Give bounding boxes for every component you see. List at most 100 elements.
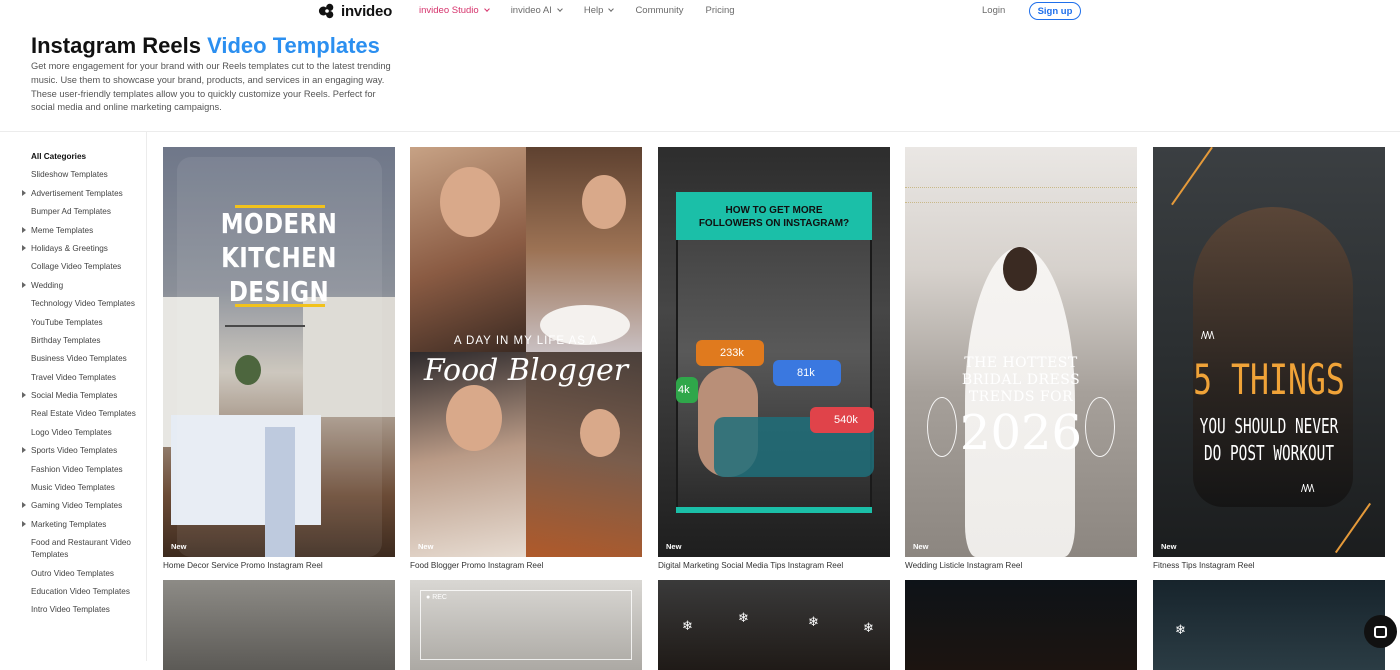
sidebar-category-item[interactable]: Education Video Templates [22, 586, 142, 598]
template-thumbnail[interactable]: HOW TO GET MORE FOLLOWERS ON INSTAGRAM? … [658, 147, 890, 557]
sidebar-category-label: Advertisement Templates [31, 188, 123, 198]
comment-bubble: 233k [696, 340, 764, 366]
nav-help[interactable]: Help [584, 5, 615, 16]
person-face [580, 409, 620, 457]
sidebar-category-item[interactable]: Birthday Templates [22, 335, 142, 347]
sidebar-category-item[interactable]: Business Video Templates [22, 353, 142, 365]
template-card[interactable]: MODERN KITCHEN DESIGN New Home Decor Ser… [163, 147, 395, 570]
template-thumbnail[interactable]: ● REC [410, 580, 642, 670]
brand-name: invideo [341, 2, 393, 20]
template-thumbnail[interactable]: MODERN KITCHEN DESIGN New [163, 147, 395, 557]
template-thumbnail[interactable] [163, 580, 395, 670]
sidebar-category-item[interactable]: All Categories [22, 151, 142, 163]
snowflake-icon: ❄ [682, 618, 693, 633]
template-caption[interactable]: Digital Marketing Social Media Tips Inst… [658, 561, 890, 570]
sidebar-category-label: Bumper Ad Templates [31, 207, 111, 217]
sidebar-category-item[interactable]: Sports Video Templates [22, 445, 142, 457]
nav-pricing[interactable]: Pricing [705, 5, 734, 16]
expand-arrow-icon[interactable] [22, 189, 26, 196]
sidebar-category-item[interactable]: Logo Video Templates [22, 427, 142, 439]
template-thumbnail[interactable]: A DAY IN MY LIFE AS A Food Blogger New [410, 147, 642, 557]
share-bubble: 4k [676, 377, 698, 403]
template-thumbnail[interactable]: /\/\/\ 5 THINGS YOU SHOULD NEVER DO POST… [1153, 147, 1385, 557]
expand-arrow-icon[interactable] [22, 392, 26, 399]
nav-community[interactable]: Community [635, 5, 683, 16]
chat-button[interactable] [1364, 615, 1397, 648]
template-caption[interactable]: Food Blogger Promo Instagram Reel [410, 561, 642, 570]
template-thumbnail[interactable]: ❄ ❄ ❄ ❄ [658, 580, 890, 670]
page-description: Get more engagement for your brand with … [31, 61, 391, 113]
follower-bubble: 81k [773, 360, 841, 386]
accent-line [1171, 147, 1213, 206]
category-sidebar: All Categories Slideshow Templates Adverti… [22, 151, 142, 623]
sidebar-category-label: Wedding [31, 280, 64, 290]
overlay-line: KITCHEN [221, 241, 337, 274]
overlay-line: DO POST WORKOUT [1203, 441, 1335, 465]
expand-arrow-icon[interactable] [22, 244, 26, 251]
sidebar-category-label: Birthday Templates [31, 335, 101, 345]
sidebar-category-item[interactable]: Real Estate Video Templates [22, 408, 142, 420]
sidebar-category-item[interactable]: Technology Video Templates [22, 298, 142, 310]
signup-button[interactable]: Sign up [1029, 2, 1081, 20]
expand-arrow-icon[interactable] [22, 281, 26, 288]
expand-arrow-icon[interactable] [22, 447, 26, 454]
sidebar-category-item[interactable]: YouTube Templates [22, 317, 142, 329]
sidebar-category-label: Technology Video Templates [31, 299, 135, 309]
sidebar-category-item[interactable]: Food and Restaurant Video Templates [22, 537, 142, 561]
sidebar-category-item[interactable]: Travel Video Templates [22, 372, 142, 384]
wreath-icon [1085, 397, 1115, 457]
sidebar-category-item[interactable]: Music Video Templates [22, 482, 142, 494]
sidebar-category-label: Social Media Templates [31, 391, 118, 401]
sidebar-category-item[interactable]: Gaming Video Templates [22, 500, 142, 512]
sidebar-category-label: All Categories [31, 152, 87, 161]
chevron-down-icon [608, 6, 615, 12]
template-caption[interactable]: Wedding Listicle Instagram Reel [905, 561, 1137, 570]
sidebar-category-item[interactable]: Holidays & Greetings [22, 243, 142, 255]
template-card[interactable]: A DAY IN MY LIFE AS A Food Blogger New F… [410, 147, 642, 570]
login-link[interactable]: Login [982, 5, 1005, 16]
sidebar-category-label: Food and Restaurant Video Templates [31, 538, 131, 560]
chat-icon [1374, 625, 1387, 638]
template-card[interactable]: THE HOTTEST BRIDAL DRESS TRENDS FOR 2026… [905, 147, 1137, 570]
sidebar-category-label: Slideshow Templates [31, 170, 108, 180]
overlay-line: THE HOTTEST [964, 355, 1078, 371]
sidebar-category-item[interactable]: Collage Video Templates [22, 261, 142, 273]
sidebar-category-item[interactable]: Intro Video Templates [22, 604, 142, 616]
template-caption[interactable]: Fitness Tips Instagram Reel [1153, 561, 1385, 570]
chevron-down-icon [557, 6, 563, 12]
sidebar-category-item[interactable]: Outro Video Templates [22, 568, 142, 580]
sidebar-category-item[interactable]: Marketing Templates [22, 519, 142, 531]
follower-count: 81k [797, 367, 815, 379]
nav-invideo-ai[interactable]: invideo AI [511, 5, 563, 16]
sidebar-category-item[interactable]: Social Media Templates [22, 390, 142, 402]
person-face [440, 167, 500, 237]
expand-arrow-icon[interactable] [22, 226, 26, 233]
expand-arrow-icon[interactable] [22, 502, 26, 509]
template-card[interactable]: /\/\/\ 5 THINGS YOU SHOULD NEVER DO POST… [1153, 147, 1385, 570]
sidebar-category-item[interactable]: Meme Templates [22, 225, 142, 237]
overlay-line: A DAY IN MY LIFE AS A [453, 335, 599, 347]
sidebar-category-item[interactable]: Slideshow Templates [22, 169, 142, 181]
template-thumbnail[interactable] [905, 580, 1137, 670]
sidebar-category-item[interactable]: Bumper Ad Templates [22, 206, 142, 218]
sidebar-category-label: Marketing Templates [31, 519, 107, 529]
camera-frame [420, 590, 632, 660]
template-caption[interactable]: Home Decor Service Promo Instagram Reel [163, 561, 395, 570]
nav-invideo-studio[interactable]: invideo Studio [419, 5, 490, 16]
sidebar-category-item[interactable]: Wedding [22, 280, 142, 292]
sidebar-category-label: Meme Templates [31, 225, 94, 235]
bottom-banner [676, 507, 872, 513]
snowflake-icon: ❄ [863, 620, 874, 635]
sidebar-category-item[interactable]: Fashion Video Templates [22, 464, 142, 476]
sidebar-category-item[interactable]: Advertisement Templates [22, 188, 142, 200]
sidebar-category-label: Collage Video Templates [31, 262, 122, 272]
template-thumbnail[interactable]: ❄ [1153, 580, 1385, 670]
expand-arrow-icon[interactable] [22, 520, 26, 527]
template-thumbnail[interactable]: THE HOTTEST BRIDAL DRESS TRENDS FOR 2026… [905, 147, 1137, 557]
sidebar-category-label: Sports Video Templates [31, 446, 118, 456]
wreath-icon [927, 397, 957, 457]
template-card[interactable]: HOW TO GET MORE FOLLOWERS ON INSTAGRAM? … [658, 147, 890, 570]
zigzag-icon: /\/\/\ [1301, 483, 1314, 495]
brand-logo[interactable]: invideo [318, 2, 392, 20]
sidebar-category-label: Fashion Video Templates [31, 464, 123, 474]
